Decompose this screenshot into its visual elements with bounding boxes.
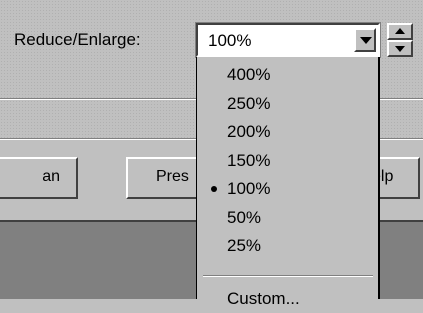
zoom-option[interactable]: 250% bbox=[227, 90, 270, 118]
chevron-down-icon[interactable] bbox=[387, 40, 413, 57]
zoom-value: 100% bbox=[208, 31, 252, 50]
zoom-spinner[interactable] bbox=[387, 23, 413, 57]
zoom-option[interactable]: 400% bbox=[227, 61, 270, 89]
chevron-up-icon[interactable] bbox=[387, 23, 413, 40]
zoom-option[interactable]: 150% bbox=[227, 147, 270, 175]
dropdown-divider-highlight bbox=[203, 275, 373, 277]
reduce-enlarge-label: Reduce/Enlarge: bbox=[14, 30, 141, 49]
zoom-option[interactable]: 100% bbox=[227, 175, 270, 203]
bullet-icon bbox=[211, 186, 217, 192]
zoom-combobox[interactable]: 100% bbox=[195, 22, 381, 58]
chevron-down-icon[interactable] bbox=[354, 28, 376, 52]
zoom-option[interactable]: 200% bbox=[227, 118, 270, 146]
zoom-option[interactable]: 50% bbox=[227, 204, 261, 232]
zoom-option[interactable]: 25% bbox=[227, 232, 261, 260]
zoom-dropdown-list[interactable]: 400% 250% 200% 150% 100% 50% 25% Custom... bbox=[196, 57, 380, 308]
scan-button[interactable]: an bbox=[0, 157, 78, 199]
